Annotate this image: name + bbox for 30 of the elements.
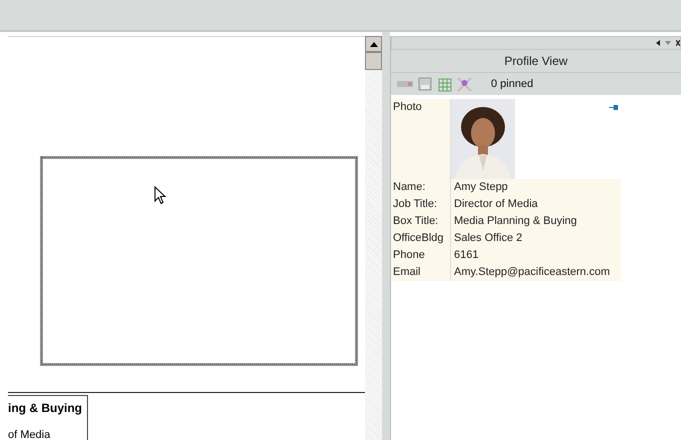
pin-icon[interactable]: [609, 105, 618, 110]
panel-title: Profile View: [391, 50, 681, 73]
field-value: Amy.Stepp@pacificeastern.com: [451, 264, 621, 281]
field-value: Director of Media: [451, 196, 621, 213]
dropdown-icon[interactable]: [665, 41, 671, 45]
field-value: Sales Office 2: [451, 230, 621, 247]
field-value: 6161: [451, 247, 621, 264]
field-label: Email: [391, 264, 451, 281]
field-label: Job Title:: [391, 196, 451, 213]
org-chart-box[interactable]: ing & Buying of Media: [8, 394, 88, 440]
field-label: Name:: [391, 179, 451, 196]
grid-icon[interactable]: [437, 76, 452, 92]
field-label: Photo: [391, 99, 451, 179]
box-subtitle: of Media: [8, 428, 52, 440]
scroll-up-button[interactable]: [365, 36, 382, 52]
field-label: OfficeBldg: [391, 230, 451, 247]
field-label: Phone: [391, 247, 451, 264]
save-icon[interactable]: [418, 77, 432, 91]
field-value: Media Planning & Buying: [451, 213, 621, 230]
pinned-count: 0 pinned: [491, 78, 534, 90]
field-value: Amy Stepp: [451, 179, 621, 196]
field-label: Box Title:: [391, 213, 451, 230]
scrollbar[interactable]: [365, 36, 382, 440]
scroll-left-icon[interactable]: [656, 40, 660, 46]
box-title: ing & Buying: [8, 400, 83, 415]
card-icon[interactable]: [397, 79, 413, 89]
cursor-icon: [154, 186, 166, 205]
close-icon[interactable]: [676, 40, 680, 46]
scroll-thumb[interactable]: [365, 52, 382, 70]
up-arrow-icon: [370, 42, 378, 46]
